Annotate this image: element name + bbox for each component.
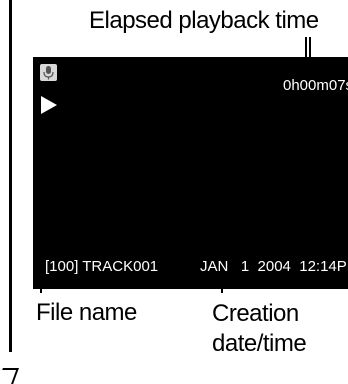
creation-caption-line1: Creation [212,300,299,327]
frame-edge-line [9,0,12,352]
microphone-icon [40,64,57,81]
file-name-leader-line [40,271,42,293]
file-name-caption: File name [36,299,137,326]
creation-leader-line [221,271,223,293]
elapsed-time-caption: Elapsed playback time [89,7,319,34]
creation-caption-line2: date/time [212,330,307,357]
camera-display-screen: 0h00m07s [100] TRACK001 JAN 1 2004 12:14… [33,57,348,289]
elapsed-time-readout: 0h00m07s [283,77,348,94]
play-icon [41,96,57,114]
page-corner-mark [0,368,19,384]
creation-datetime-caption: Creation date/time [212,299,348,359]
file-name-readout: [100] TRACK001 [45,258,159,275]
